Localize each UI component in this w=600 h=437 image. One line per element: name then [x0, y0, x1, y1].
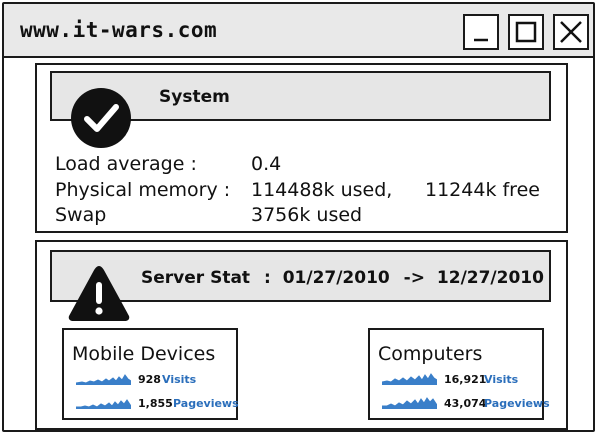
computers-visits-link[interactable]: Visits	[484, 373, 518, 386]
mobile-devices-box: Mobile Devices 928 Visits 1,855 Pageview…	[62, 328, 239, 420]
mobile-visits-value: 928	[138, 373, 161, 386]
mobile-visits-sparkline	[76, 374, 131, 385]
title-bar[interactable]: www.it-wars.com	[4, 4, 593, 58]
swap-value: 3756k used	[251, 204, 363, 226]
maximize-button[interactable]	[508, 14, 544, 50]
physical-memory-label: Physical memory :	[55, 179, 231, 201]
physical-memory-free: 11244k free	[425, 179, 540, 201]
server-stat-panel: Server Stat : 01/27/2010 -> 12/27/2010 M…	[35, 240, 568, 430]
close-icon	[560, 21, 582, 43]
minimize-button[interactable]	[463, 14, 499, 50]
computers-title: Computers	[378, 343, 483, 365]
load-average-value: 0.4	[251, 153, 282, 175]
computers-visits-sparkline	[382, 373, 437, 385]
system-header-title: System	[159, 87, 230, 107]
window-title: www.it-wars.com	[20, 18, 218, 42]
minimize-icon	[474, 38, 488, 42]
warning-icon	[68, 266, 130, 321]
date-range-arrow: ->	[403, 268, 425, 288]
browser-window: www.it-wars.com System Load average: 0.…	[2, 2, 595, 432]
mobile-pageviews-sparkline	[76, 399, 131, 409]
start-date: 01/27/2010	[282, 268, 390, 288]
server-stat-label: Server Stat	[141, 268, 251, 288]
computers-box: Computers 16,921 Visits 43,074 Pageviews	[368, 328, 550, 420]
server-stat-header-title: Server Stat : 01/27/2010 -> 12/27/2010	[141, 268, 544, 288]
maximize-icon	[515, 21, 537, 43]
swap-label: Swap	[55, 204, 107, 226]
end-date: 12/27/2010	[436, 268, 544, 288]
computers-visits-value: 16,921	[444, 373, 487, 386]
mobile-devices-title: Mobile Devices	[72, 343, 216, 365]
computers-pageviews-link[interactable]: Pageviews	[484, 397, 550, 410]
system-panel: System Load average : 0.4 Physical memor…	[35, 63, 568, 233]
server-stat-separator: :	[263, 268, 271, 288]
physical-memory-used: 114488k used,	[251, 179, 393, 201]
mobile-pageviews-value: 1,855	[138, 397, 173, 410]
check-circle-icon	[71, 88, 131, 148]
computers-pageviews-value: 43,074	[444, 397, 487, 410]
computers-pageviews-sparkline	[382, 397, 437, 409]
load-average-label: Load average :	[55, 153, 197, 175]
close-button[interactable]	[553, 14, 589, 50]
mobile-pageviews-link[interactable]: Pageviews	[173, 397, 239, 410]
mobile-visits-link[interactable]: Visits	[162, 373, 196, 386]
